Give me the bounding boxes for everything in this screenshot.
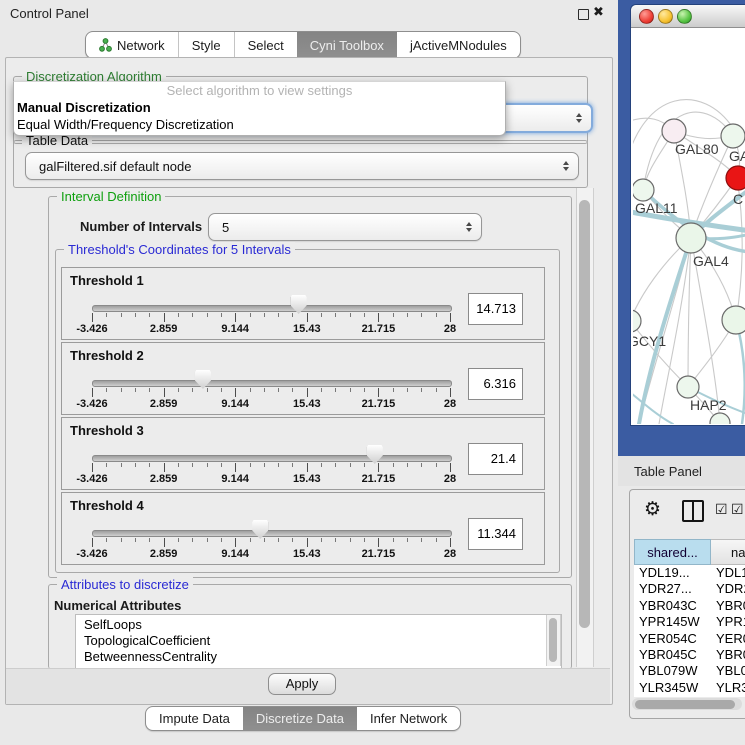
network-window-titlebar[interactable] [631, 5, 745, 28]
threshold-4-label: Threshold 4 [70, 498, 144, 513]
float-window-icon[interactable] [578, 9, 589, 20]
network-node[interactable] [721, 124, 745, 148]
numerical-attributes-list: SelfLoops TopologicalCoefficient Between… [75, 614, 562, 669]
threshold-3-value-field[interactable]: 21.4 [468, 443, 523, 475]
threshold-1-slider[interactable] [92, 305, 452, 312]
network-view-window: GAL80GACGAL11GAL4GCY1HHAP2 [630, 4, 745, 426]
table-panel-title: Table Panel [634, 464, 702, 479]
node-label: C [733, 191, 743, 207]
table-row[interactable]: YPR145WYPR1 [634, 614, 745, 630]
algorithm-placeholder-option[interactable]: Select algorithm to view settings [14, 82, 505, 99]
table-row[interactable]: YBR043CYBR0 [634, 598, 745, 614]
threshold-3-slider[interactable] [92, 455, 452, 462]
combo-arrows-icon [563, 161, 569, 171]
threshold-2-value-field[interactable]: 6.316 [468, 368, 523, 400]
tab-cyni-toolbox[interactable]: Cyni Toolbox [297, 32, 397, 58]
checkbox-icon[interactable]: ☑ [731, 501, 744, 518]
node-label: GAL4 [693, 253, 729, 269]
node-label: HAP2 [690, 397, 727, 413]
column-header-name[interactable]: na [711, 539, 745, 565]
tab-select[interactable]: Select [234, 32, 297, 58]
thresholds-group-title: Threshold's Coordinates for 5 Intervals [64, 242, 295, 257]
attributes-group-title: Attributes to discretize [57, 577, 193, 592]
number-of-intervals-value: 5 [209, 220, 466, 235]
threshold-1-panel: Threshold 1 -3.4262.8599.14415.4321.7152… [61, 267, 545, 340]
table-data-combobox[interactable]: galFiltered.sif default node [25, 152, 579, 180]
cyni-bottom-tabs: Impute Data Discretize Data Infer Networ… [145, 706, 461, 731]
mac-minimize-button[interactable] [658, 9, 673, 24]
table-horizontal-scrollbar[interactable] [632, 698, 742, 710]
tab-jactivemnodules[interactable]: jActiveMNodules [397, 32, 520, 58]
panel-scrollbar-thumb[interactable] [579, 200, 590, 628]
numerical-attributes-label: Numerical Attributes [54, 598, 181, 613]
algorithm-dropdown-popup: Select algorithm to view settings Manual… [13, 81, 506, 136]
network-icon [99, 38, 112, 52]
split-table-icon[interactable] [682, 500, 704, 522]
table-row[interactable]: YBR045CYBR0 [634, 647, 745, 663]
table-scrollbar-thumb[interactable] [635, 700, 735, 709]
table-row[interactable]: YLR345WYLR3 [634, 680, 745, 696]
network-canvas[interactable]: GAL80GACGAL11GAL4GCY1HHAP2 [633, 28, 745, 424]
threshold-4-panel: Threshold 4 -3.4262.8599.14415.4321.7152… [61, 492, 545, 565]
node-label: GCY1 [633, 333, 666, 349]
threshold-1-label: Threshold 1 [70, 273, 144, 288]
network-node[interactable] [633, 179, 654, 201]
tab-network[interactable]: Network [86, 32, 178, 58]
tab-style[interactable]: Style [178, 32, 234, 58]
threshold-1-value-field[interactable]: 14.713 [468, 293, 523, 325]
network-node[interactable] [633, 310, 641, 332]
network-node[interactable] [677, 376, 699, 398]
checkbox-icon[interactable]: ☑ [715, 501, 728, 518]
list-item[interactable]: BetweennessCentrality [76, 649, 561, 665]
node-label: GAL11 [635, 200, 678, 216]
threshold-3-label: Threshold 3 [70, 423, 144, 438]
panel-scrollbar[interactable] [576, 188, 594, 667]
threshold-2-slider[interactable] [92, 380, 452, 387]
threshold-2-panel: Threshold 2 -3.4262.8599.14415.4321.7152… [61, 342, 545, 415]
list-item[interactable]: SelfLoops [76, 615, 561, 633]
number-of-intervals-combobox[interactable]: 5 [208, 213, 482, 241]
network-graph: GAL80GACGAL11GAL4GCY1HHAP2 [633, 28, 745, 424]
table-row[interactable]: YDL19...YDL1 [634, 565, 745, 581]
algorithm-option-manual[interactable]: Manual Discretization [14, 99, 505, 116]
gear-icon[interactable]: ⚙ [644, 498, 661, 521]
apply-button[interactable]: Apply [268, 673, 336, 695]
mac-close-button[interactable] [639, 9, 654, 24]
table-row[interactable]: YER054CYER0 [634, 631, 745, 647]
table-panel-titlebar[interactable]: Table Panel [618, 456, 745, 486]
network-node[interactable] [722, 306, 745, 334]
threshold-3-panel: Threshold 3 -3.4262.8599.14415.4321.7152… [61, 417, 545, 490]
combo-arrows-icon [466, 222, 472, 232]
table-body: YDL19...YDL1YDR27...YDR2YBR043CYBR0YPR14… [634, 565, 745, 697]
tab-infer-network[interactable]: Infer Network [357, 707, 460, 730]
control-panel-tabs: Network Style Select Cyni Toolbox jActiv… [85, 31, 521, 59]
column-header-shared-name[interactable]: shared... [634, 539, 711, 565]
network-node[interactable] [726, 166, 745, 190]
threshold-4-value-field[interactable]: 11.344 [468, 518, 523, 550]
table-data-value: galFiltered.sif default node [26, 159, 563, 174]
node-label: GA [729, 148, 745, 164]
network-node[interactable] [662, 119, 686, 143]
table-panel: ⚙ ☑ ☑ shared... na YDL19...YDL1YDR27...Y… [629, 489, 745, 719]
interval-definition-title: Interval Definition [57, 189, 165, 204]
tab-impute-data[interactable]: Impute Data [146, 707, 243, 730]
window-title: Control Panel [10, 6, 89, 21]
attributes-scrollbar-thumb[interactable] [549, 618, 557, 662]
network-node[interactable] [676, 223, 706, 253]
algorithm-option-equal-width[interactable]: Equal Width/Frequency Discretization [14, 116, 505, 133]
attributes-list-scrollbar[interactable] [546, 615, 561, 666]
threshold-4-slider[interactable] [92, 530, 452, 537]
list-item[interactable]: TopologicalCoefficient [76, 633, 561, 649]
mac-zoom-button[interactable] [677, 9, 692, 24]
table-row[interactable]: YIL052CYIL0 [634, 696, 745, 697]
table-row[interactable]: YDR27...YDR2 [634, 581, 745, 597]
combo-arrows-icon [576, 113, 582, 123]
tab-discretize-data[interactable]: Discretize Data [243, 707, 357, 730]
tab-network-label: Network [117, 38, 165, 53]
close-icon[interactable]: ✖ [593, 4, 604, 20]
threshold-2-label: Threshold 2 [70, 348, 144, 363]
node-label: GAL80 [675, 141, 719, 157]
table-row[interactable]: YBL079WYBL0 [634, 663, 745, 679]
number-of-intervals-label: Number of Intervals [80, 219, 202, 234]
